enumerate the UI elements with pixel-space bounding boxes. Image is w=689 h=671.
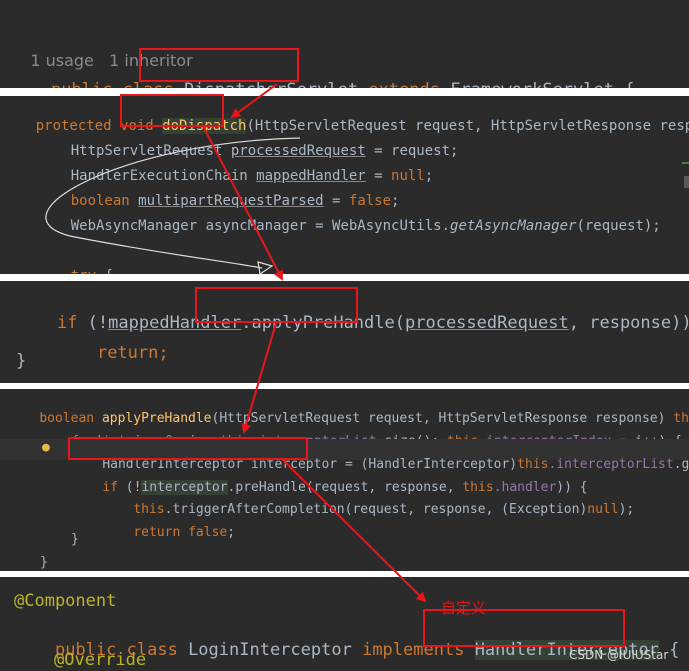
watermark: CSDN @IUIUStar — [569, 648, 669, 662]
arrow-apply-to-impl — [241, 322, 277, 434]
arrow-class-to-dodispatch — [230, 83, 278, 119]
arrow-overlay — [45, 83, 427, 603]
arrow-decl-to-interface — [281, 458, 427, 603]
label-custom: 自定义 — [441, 599, 487, 617]
jump-arc — [45, 137, 301, 276]
arrow-dodispatch-to-apply — [202, 125, 283, 281]
